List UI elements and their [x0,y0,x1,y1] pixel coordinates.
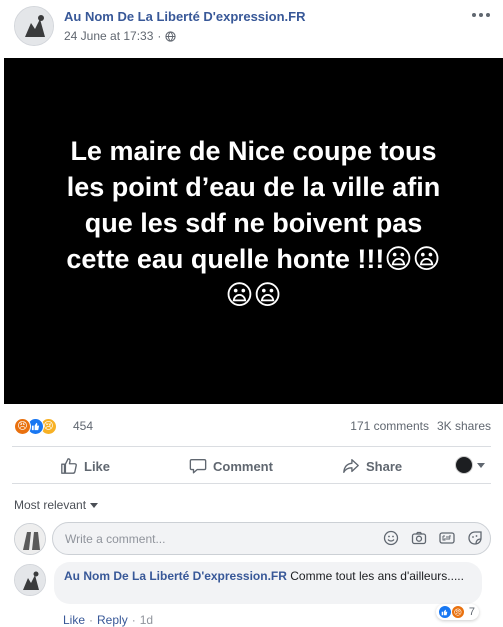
like-button-label: Like [84,458,111,474]
audience-avatar [455,456,473,474]
angry-reaction-icon: 😠 [450,605,465,619]
comment-bubble: Au Nom De La Liberté D'expression.FR Com… [54,562,482,604]
thumbs-up-icon [61,458,77,474]
comment-sort-dropdown[interactable]: Most relevant [14,498,99,512]
comment-sort-label: Most relevant [14,498,87,512]
comment-author-link[interactable]: Au Nom De La Liberté D'expression.FR [64,569,287,583]
composer-icons [383,530,483,546]
post-as-selector[interactable] [455,456,485,474]
more-options-icon[interactable] [469,8,493,22]
reaction-count[interactable]: 454 [73,419,93,433]
comment-button[interactable]: Comment [189,457,273,475]
speech-bubble-icon [189,459,207,474]
shares-count-link[interactable]: 3K shares [437,419,491,433]
chevron-down-icon [90,502,99,508]
user-avatar[interactable] [14,523,46,555]
post-meta: 24 June at 17:33 · [64,29,177,43]
camera-icon[interactable] [411,530,427,546]
emoji-icon[interactable] [383,530,399,546]
post-image-text: Le maire de Nice coupe tous les point d’… [66,136,441,310]
reactions-summary: 😠 😢 454 171 comments 3K shares [0,404,503,444]
post-timestamp[interactable]: 24 June at 17:33 [64,29,153,43]
comment-composer [14,521,493,555]
share-button-label: Share [366,458,403,474]
comment-time[interactable]: 1d [140,613,153,627]
angry-reaction-icon: 😠 [14,418,31,435]
engagement-counts: 171 comments 3K shares [350,419,491,433]
globe-icon [165,30,177,42]
share-button[interactable]: Share [342,457,402,475]
page-avatar[interactable] [14,6,54,46]
sticker-icon[interactable] [467,530,483,546]
comment-reactions[interactable]: 😠 7 [435,604,479,620]
comment-actions: Like · Reply · 1d [63,613,154,627]
share-arrow-icon [343,459,359,473]
post-image[interactable]: Le maire de Nice coupe tous les point d’… [4,58,503,404]
like-reaction-icon [437,605,452,619]
comment-like-link[interactable]: Like [63,613,85,627]
gif-icon[interactable] [439,530,455,546]
comment-reaction-count: 7 [468,606,475,618]
post-action-bar: Like Comment Share [12,446,491,484]
comments-count-link[interactable]: 171 comments [350,419,429,433]
like-button[interactable]: Like [60,457,110,475]
comment-button-label: Comment [213,458,273,474]
post-header: Au Nom De La Liberté D'expression.FR 24 … [0,0,503,58]
chevron-down-icon [477,462,485,468]
comment-author-avatar[interactable] [14,564,46,596]
reaction-icons[interactable]: 😠 😢 [14,418,57,435]
comment-text: Comme tout les ans d'ailleurs..... [290,569,464,583]
page-name-link[interactable]: Au Nom De La Liberté D'expression.FR [64,9,305,24]
comment-reply-link[interactable]: Reply [97,613,128,627]
